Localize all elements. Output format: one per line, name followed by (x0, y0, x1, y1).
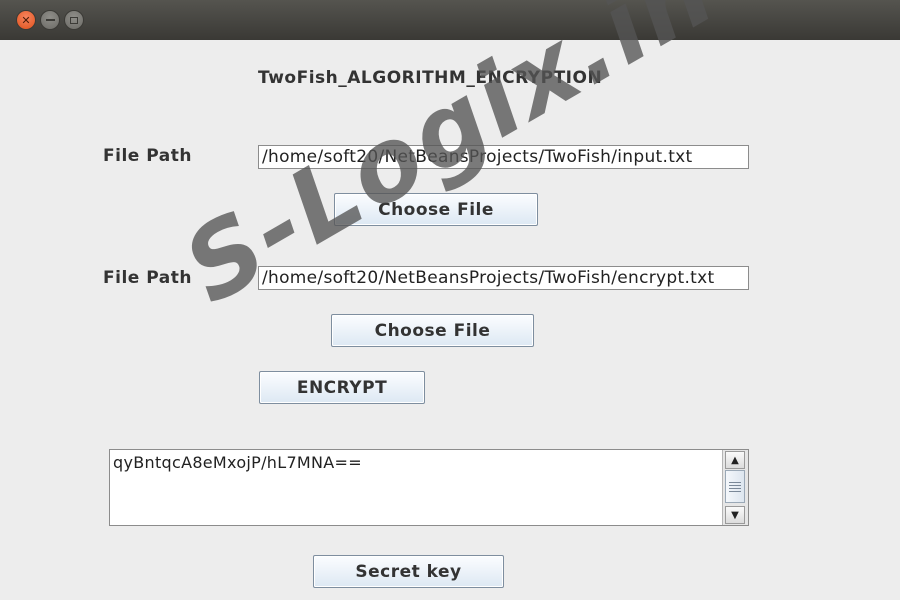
close-icon[interactable]: ✕ (16, 10, 36, 30)
minimize-icon[interactable] (40, 10, 60, 30)
secret-key-button[interactable]: Secret key (313, 555, 504, 588)
output-file-path-field[interactable]: /home/soft20/NetBeansProjects/TwoFish/en… (258, 266, 749, 290)
maximize-icon[interactable] (64, 10, 84, 30)
app-window: ✕ TwoFish_ALGORITHM_ENCRYPTION File Path… (0, 0, 900, 600)
title-bar: ✕ (0, 0, 900, 41)
scroll-up-icon[interactable]: ▲ (725, 451, 745, 469)
vertical-scrollbar[interactable]: ▲ ▼ (722, 450, 748, 525)
input-file-path-label: File Path (103, 146, 192, 166)
page-title: TwoFish_ALGORITHM_ENCRYPTION (258, 68, 603, 88)
scroll-thumb[interactable] (725, 470, 745, 503)
choose-input-file-button[interactable]: Choose File (334, 193, 538, 226)
choose-output-file-button[interactable]: Choose File (331, 314, 534, 347)
output-file-path-label: File Path (103, 268, 192, 288)
encrypted-output-text: qyBntqcA8eMxojP/hL7MNA== (113, 453, 362, 472)
output-textarea[interactable]: qyBntqcA8eMxojP/hL7MNA== ▲ ▼ (109, 449, 749, 526)
encrypt-button[interactable]: ENCRYPT (259, 371, 425, 404)
input-file-path-field[interactable]: /home/soft20/NetBeansProjects/TwoFish/in… (258, 145, 749, 169)
main-panel: TwoFish_ALGORITHM_ENCRYPTION File Path /… (0, 40, 900, 600)
scroll-down-icon[interactable]: ▼ (725, 506, 745, 524)
